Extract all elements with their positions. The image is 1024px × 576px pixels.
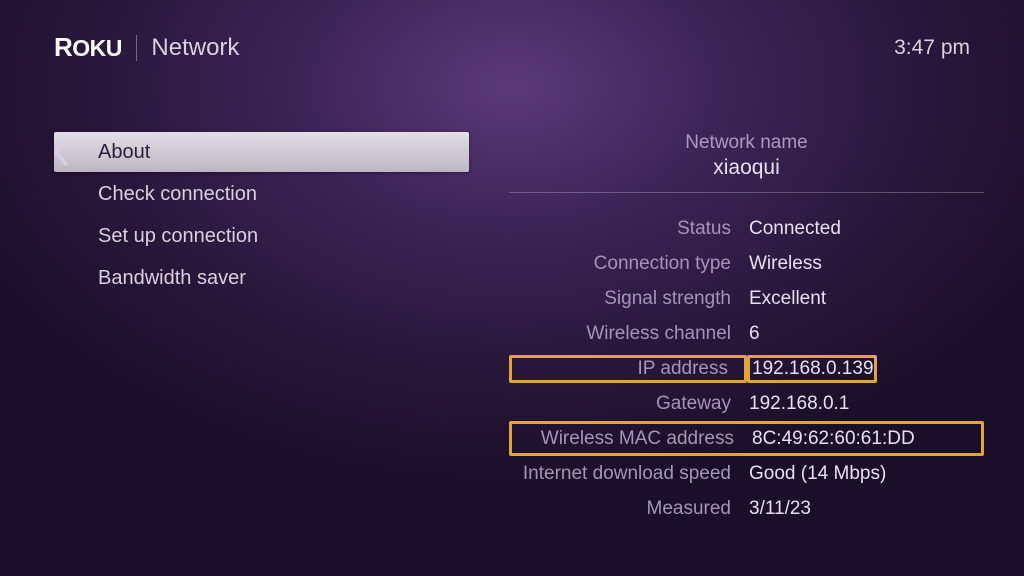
- row-value: 192.168.0.1: [747, 393, 849, 415]
- row-wireless-channel: Wireless channel 6: [509, 316, 984, 351]
- row-measured: Measured 3/11/23: [509, 491, 984, 526]
- row-value: 3/11/23: [747, 498, 811, 520]
- menu-item-label: Set up connection: [98, 225, 258, 248]
- row-label: Signal strength: [509, 288, 747, 310]
- header-left: ROKU Network: [54, 32, 239, 63]
- row-signal-strength: Signal strength Excellent: [509, 281, 984, 316]
- network-name-value: xiaoqui: [509, 156, 984, 180]
- row-label: Status: [509, 218, 747, 240]
- row-value: Wireless: [747, 253, 822, 275]
- menu-item-label: Check connection: [98, 183, 257, 206]
- roku-logo: ROKU: [54, 32, 122, 63]
- row-gateway: Gateway 192.168.0.1: [509, 386, 984, 421]
- page-title: Network: [151, 34, 239, 62]
- row-label: Wireless MAC address: [512, 428, 750, 450]
- menu-item-about[interactable]: About: [54, 132, 469, 172]
- row-status: Status Connected: [509, 211, 984, 246]
- menu-item-set-up-connection[interactable]: Set up connection: [54, 216, 469, 256]
- menu: About Check connection Set up connection…: [54, 132, 469, 556]
- network-name-label: Network name: [509, 132, 984, 154]
- header: ROKU Network 3:47 pm: [54, 32, 970, 63]
- network-name-block: Network name xiaoqui: [509, 132, 984, 193]
- menu-item-label: Bandwidth saver: [98, 267, 246, 290]
- content: About Check connection Set up connection…: [54, 132, 984, 556]
- row-label: Internet download speed: [509, 463, 747, 485]
- row-value: 6: [747, 323, 760, 345]
- back-chevron-icon[interactable]: [52, 138, 70, 171]
- menu-item-bandwidth-saver[interactable]: Bandwidth saver: [54, 258, 469, 298]
- row-label: IP address: [509, 355, 747, 383]
- details-panel: Network name xiaoqui Status Connected Co…: [509, 132, 984, 556]
- row-value: Good (14 Mbps): [747, 463, 886, 485]
- row-connection-type: Connection type Wireless: [509, 246, 984, 281]
- row-label: Measured: [509, 498, 747, 520]
- row-ip-address: IP address 192.168.0.139: [509, 351, 984, 386]
- row-wireless-mac-address: Wireless MAC address 8C:49:62:60:61:DD: [509, 421, 984, 456]
- header-divider: [136, 35, 138, 61]
- menu-item-label: About: [98, 141, 150, 164]
- row-value: 192.168.0.139: [747, 355, 877, 383]
- menu-item-check-connection[interactable]: Check connection: [54, 174, 469, 214]
- row-value: Connected: [747, 218, 841, 240]
- row-label: Gateway: [509, 393, 747, 415]
- row-value: 8C:49:62:60:61:DD: [750, 428, 915, 450]
- row-internet-download-speed: Internet download speed Good (14 Mbps): [509, 456, 984, 491]
- row-label: Connection type: [509, 253, 747, 275]
- clock: 3:47 pm: [894, 36, 970, 60]
- row-label: Wireless channel: [509, 323, 747, 345]
- row-value: Excellent: [747, 288, 826, 310]
